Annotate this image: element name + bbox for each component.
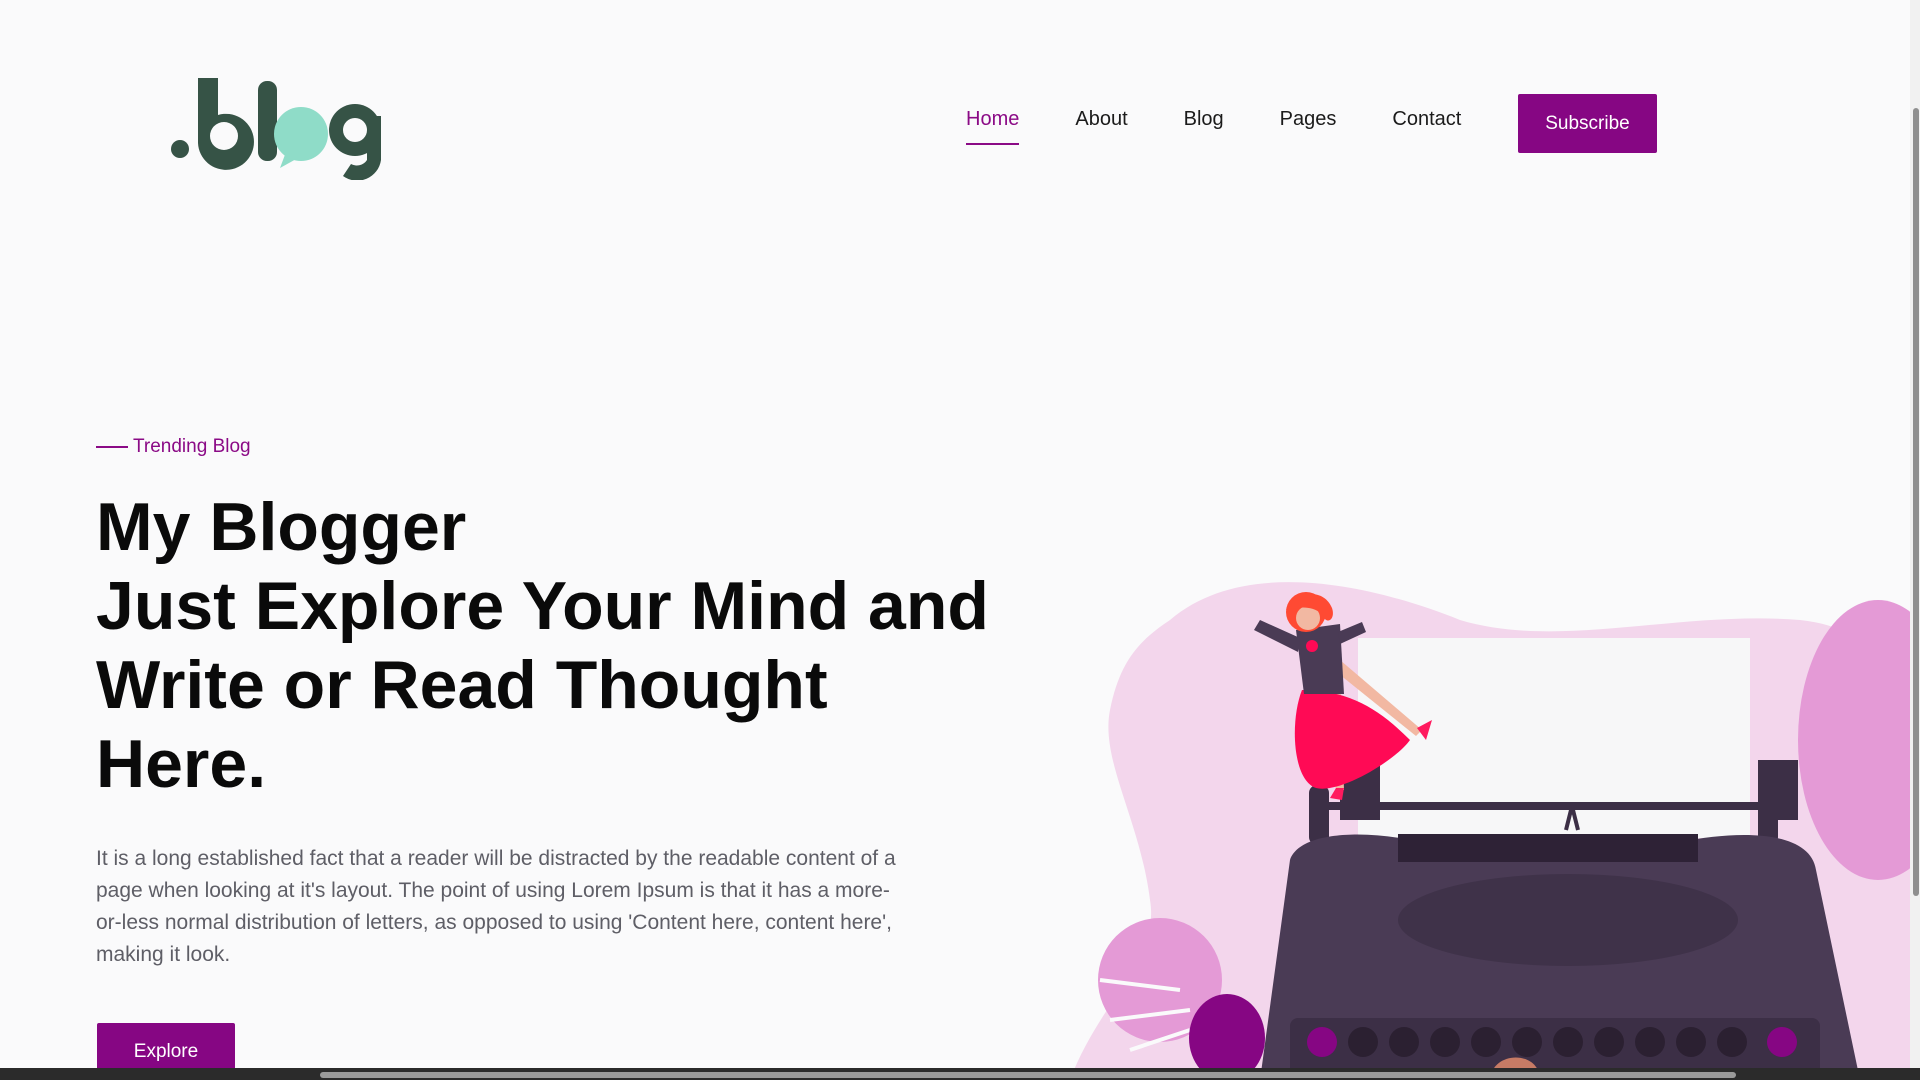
nav-pages-link[interactable]: Pages [1280,108,1337,131]
typewriter-slot [1398,834,1698,862]
platen-left-knob [1309,785,1329,845]
woman-on-typewriter-illustration [1070,582,1920,1080]
horizontal-scrollbar-thumb[interactable] [320,1072,1736,1078]
blog-logo[interactable] [168,76,388,180]
main-nav: Home About Blog Pages Contact [966,108,1517,145]
eyebrow-line [96,446,128,448]
vertical-scrollbar-thumb[interactable] [1913,108,1919,896]
headline-line-3: Write or Read Thought [96,647,828,723]
subscribe-button[interactable]: Subscribe [1518,94,1657,153]
headline-line-4: Here. [96,726,267,802]
hero-headline: My Blogger Just Explore Your Mind and Wr… [96,488,1056,804]
vertical-scrollbar[interactable] [1910,0,1920,1068]
nav-about-link[interactable]: About [1075,108,1127,131]
landing-page: Home About Blog Pages Contact Subscribe … [0,0,1920,1080]
hero-description: It is a long established fact that a rea… [96,847,896,966]
nav-home-link[interactable]: Home [966,108,1020,145]
eyebrow-label: Trending Blog [133,436,251,457]
headline-line-2: Just Explore Your Mind and [96,568,989,644]
nav-blog-link[interactable]: Blog [1184,108,1224,131]
headline-line-1: My Blogger [96,489,467,565]
typewriter-panel [1398,874,1738,966]
nav-contact-link[interactable]: Contact [1392,108,1461,131]
paper-holder-right [1758,760,1798,820]
horizontal-scrollbar[interactable] [0,1068,1920,1080]
trending-eyebrow: Trending Blog [96,436,251,458]
platen-bar [1326,802,1762,810]
